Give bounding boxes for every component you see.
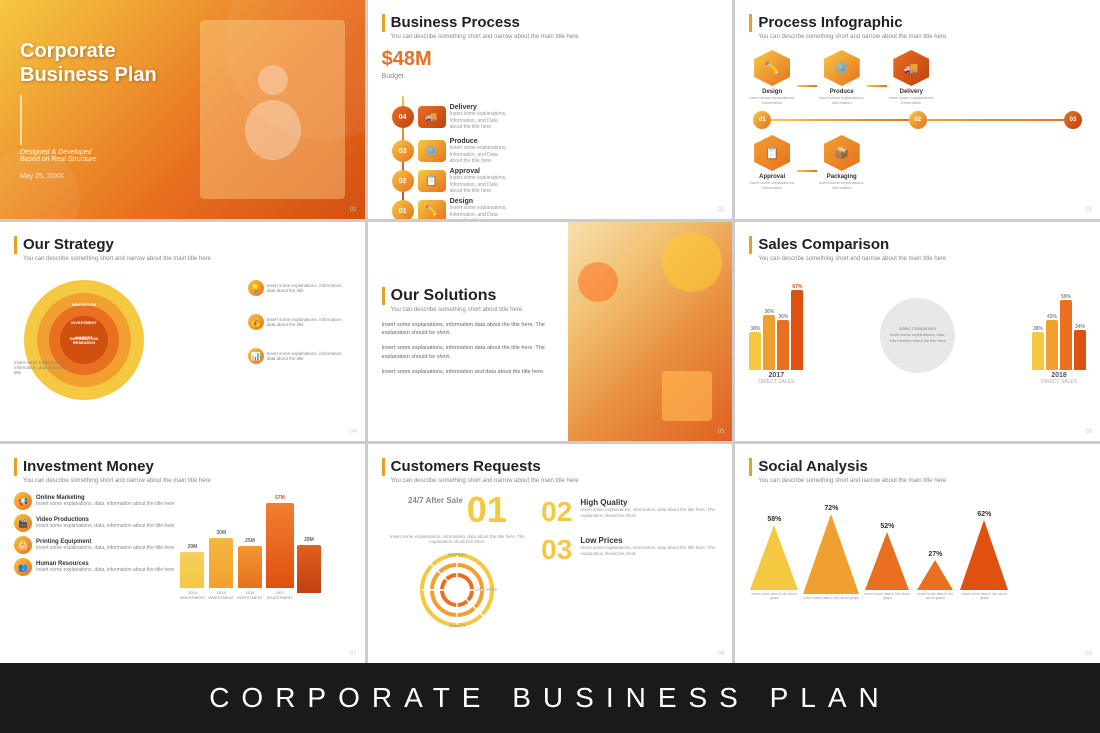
slide-7-title: Investment Money: [14, 458, 351, 476]
process-step-4: 04 🚚 Delivery Insert some explanations,I…: [392, 104, 507, 131]
corp-sub2: Based on Real Structure: [20, 156, 200, 163]
customer-req-3: 03 Low Prices Insert some explanations, …: [541, 536, 718, 564]
slide-7: Investment Money You can describe someth…: [0, 444, 365, 663]
slide-num-9: 09: [1085, 651, 1092, 657]
slide-num-5: 05: [718, 429, 725, 435]
hex-produce: ⚙️ Produce Insert some explanations,Info…: [819, 50, 865, 105]
slide-5-subtitle: You can describe something short about t…: [382, 307, 555, 313]
inv-item-4: 👥 Human Resources Insert some explanatio…: [14, 558, 176, 576]
process-step-1: 01 ✏️ Design Insert some explanations,In…: [392, 198, 507, 219]
process-step-2: 02 📋 Approval Insert some explanations,I…: [392, 168, 507, 195]
budget-label: Budget: [382, 73, 719, 80]
inv-item-3: 🖨 Printing Equipment Insert some explana…: [14, 536, 176, 554]
budget-amount: $48M: [382, 48, 719, 71]
slide-4: Our Strategy You can describe something …: [0, 222, 365, 441]
process-step-3: 03 ⚙️ Produce Insert some explanations,I…: [392, 138, 507, 165]
hex-design: ✏️ Design Insert some explanations,Infor…: [749, 50, 795, 105]
slide-2: Business Process You can describe someth…: [368, 0, 733, 219]
corp-date: May 25, 20XX: [20, 173, 200, 180]
slide-3: Process Infographic You can describe som…: [735, 0, 1100, 219]
slide-9-subtitle: You can describe something short and nar…: [749, 478, 1086, 484]
slide-8-title: Customers Requests: [382, 458, 719, 476]
slide-4-title: Our Strategy: [14, 236, 351, 254]
slide-5-title: Our Solutions: [382, 287, 555, 305]
slide-9: Social Analysis You can describe somethi…: [735, 444, 1100, 663]
slide-num-2: 02: [718, 207, 725, 213]
corp-sub1: Designed & Developed: [20, 149, 200, 156]
grid-container: CorporateBusiness Plan Designed & Develo…: [0, 0, 1100, 663]
footer-title: CORPORATE BUSINESS PLAN: [209, 682, 891, 714]
hex-approval: 📋 Approval Insert some explanations,Info…: [749, 135, 795, 190]
slide-1: CorporateBusiness Plan Designed & Develo…: [0, 0, 365, 219]
hex-packaging: 📦 Packaging Insert some explanations,Inf…: [819, 135, 865, 190]
corp-title: CorporateBusiness Plan: [20, 39, 200, 87]
slide-8-subtitle: You can describe something short and nar…: [382, 478, 719, 484]
slide-4-subtitle: You can describe something short and nar…: [14, 256, 351, 262]
slide-num-1: 01: [350, 207, 357, 213]
slide-2-subtitle: You can describe something short and nar…: [382, 34, 719, 40]
slide-3-title: Process Infographic: [749, 14, 1086, 32]
slide-num-3: 03: [1085, 207, 1092, 213]
slide-9-title: Social Analysis: [749, 458, 1086, 476]
slide-num-8: 08: [718, 651, 725, 657]
slide-6-title: Sales Comparison: [749, 236, 1086, 254]
inv-item-2: 🎬 Video Productions Insert some explanat…: [14, 514, 176, 532]
slide-8: Customers Requests You can describe some…: [368, 444, 733, 663]
slide-6: Sales Comparison You can describe someth…: [735, 222, 1100, 441]
hex-delivery: 🚚 Delivery Insert some explanations,Info…: [889, 50, 935, 105]
footer: CORPORATE BUSINESS PLAN: [0, 663, 1100, 733]
slide-7-subtitle: You can describe something short and nar…: [14, 478, 351, 484]
inv-item-1: 📢 Online Marketing Insert some explanati…: [14, 492, 176, 510]
slide-2-title: Business Process: [382, 14, 719, 32]
slide-6-subtitle: You can describe something short and nar…: [749, 256, 1086, 262]
customer-req-2: 02 High Quality Insert some explanations…: [541, 498, 718, 526]
slide-3-subtitle: You can describe something short and nar…: [749, 34, 1086, 40]
slide-num-4: 04: [350, 429, 357, 435]
slide-num-7: 07: [350, 651, 357, 657]
slide-5: Our Solutions You can describe something…: [368, 222, 733, 441]
slide-num-6: 06: [1085, 429, 1092, 435]
